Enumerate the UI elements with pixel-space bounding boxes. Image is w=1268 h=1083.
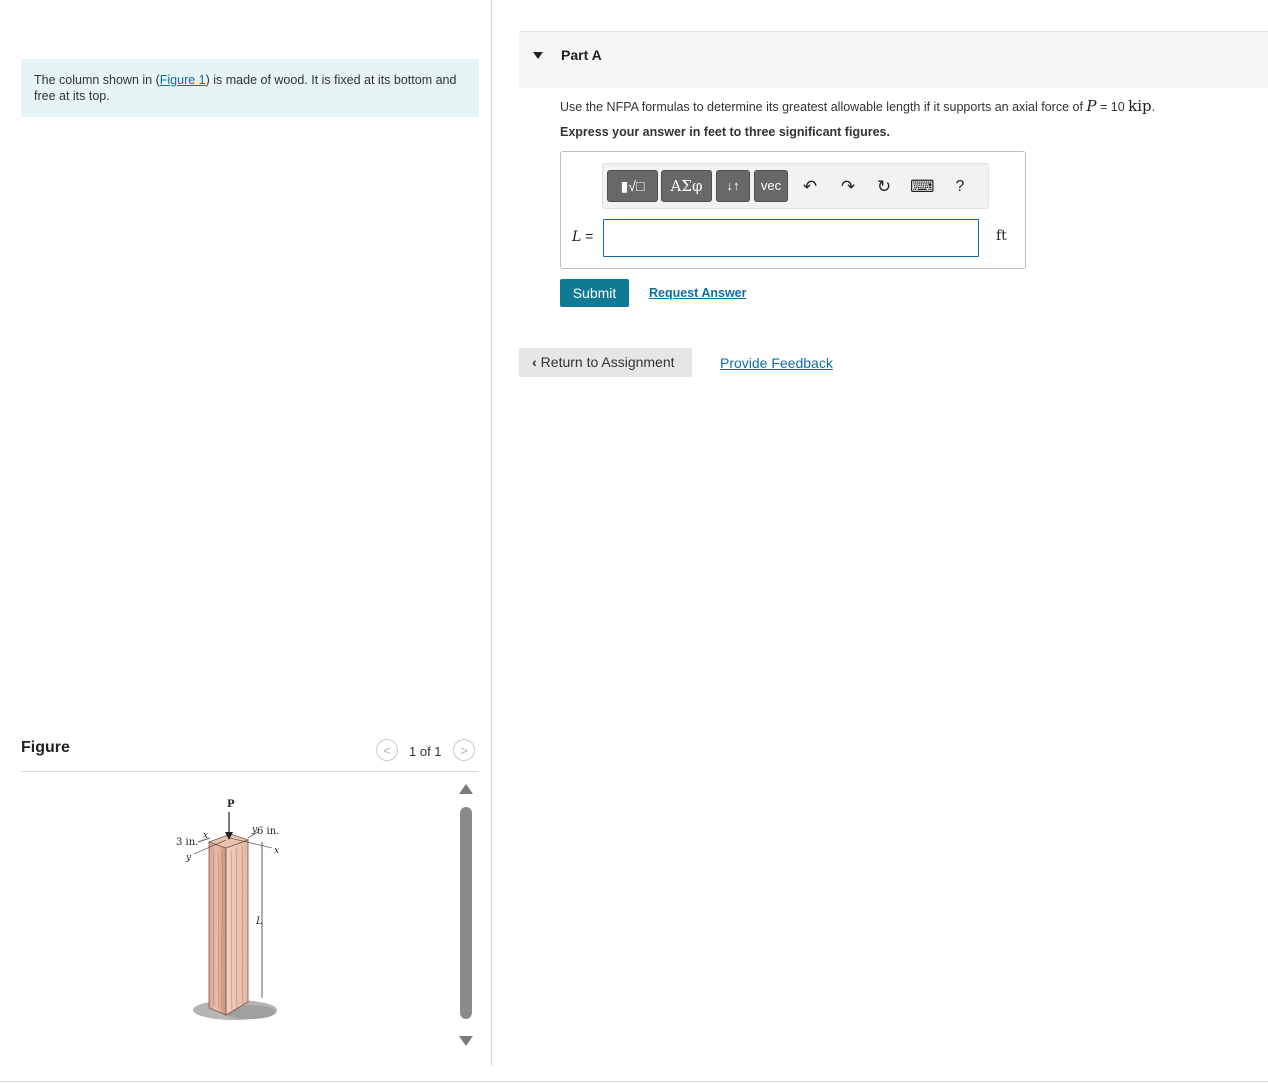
depth-dimension-label: 3 in.	[176, 837, 198, 848]
answer-unit: ft	[996, 228, 1007, 244]
scrollbar-thumb[interactable]	[460, 807, 472, 1019]
provide-feedback-link[interactable]: Provide Feedback	[720, 355, 833, 371]
force-variable: P	[1086, 97, 1097, 115]
pane-divider	[491, 0, 492, 1066]
templates-button[interactable]: ▮√□	[607, 170, 658, 202]
load-label: P	[227, 799, 235, 810]
problem-statement: The column shown in (Figure 1) is made o…	[21, 59, 479, 117]
submit-button[interactable]: Submit	[560, 279, 629, 307]
problem-text-start: The column shown in (	[34, 73, 160, 87]
question-end: .	[1151, 100, 1156, 114]
width-dimension-label: 6 in.	[257, 826, 279, 837]
keyboard-icon[interactable]: ⌨	[910, 176, 935, 198]
column-side-face	[225, 839, 249, 1016]
arrows-button[interactable]: ↓↑	[716, 170, 750, 202]
bottom-border	[0, 1081, 1268, 1082]
figure-link[interactable]: Figure 1	[160, 73, 206, 87]
length-label: L	[255, 916, 263, 927]
figure-header: Figure < 1 of 1 >	[21, 735, 479, 772]
figure-title: Figure	[21, 739, 70, 756]
vector-button[interactable]: vec	[754, 170, 788, 202]
scroll-up-arrow[interactable]	[459, 784, 473, 794]
column-figure: P L 3 in. 6 in. x y y x	[176, 799, 279, 1020]
chevron-left-icon: <	[383, 743, 391, 758]
axis-y-left-label: y	[185, 853, 192, 863]
greek-symbols-button[interactable]: ΑΣφ	[661, 170, 712, 202]
part-title: Part A	[561, 47, 602, 63]
request-answer-link[interactable]: Request Answer	[649, 286, 746, 300]
return-to-assignment-button[interactable]: ‹ Return to Assignment	[519, 348, 692, 377]
figure-next-button[interactable]: >	[453, 739, 475, 761]
part-a-header[interactable]: Part A	[519, 31, 1268, 88]
answer-equals: =	[581, 228, 594, 244]
axis-x-right-label: x	[274, 846, 279, 856]
chevron-left-icon: ‹	[532, 354, 537, 370]
column-front-face	[208, 841, 227, 1016]
force-value: = 10	[1096, 100, 1129, 114]
left-pane: The column shown in (Figure 1) is made o…	[0, 0, 492, 1083]
question-prompt: Use the NFPA formulas to determine its g…	[560, 100, 1087, 114]
undo-icon[interactable]: ↶	[799, 176, 821, 198]
return-label: Return to Assignment	[540, 354, 675, 370]
axis-x-left-label: x	[203, 831, 208, 841]
answer-variable-label: L =	[572, 228, 593, 245]
figure-counter: 1 of 1	[409, 744, 442, 759]
force-unit: kip	[1128, 97, 1152, 115]
math-toolbar: ▮√□ ΑΣφ ↓↑ vec ↶ ↷ ↻ ⌨ ?	[602, 163, 989, 209]
help-icon[interactable]: ?	[949, 176, 971, 198]
answer-instruction: Express your answer in feet to three sig…	[560, 125, 890, 139]
answer-variable: L	[572, 229, 582, 245]
redo-icon[interactable]: ↷	[837, 176, 859, 198]
answer-input[interactable]	[603, 219, 979, 257]
reset-icon[interactable]: ↻	[873, 176, 895, 198]
scroll-down-arrow[interactable]	[459, 1036, 473, 1046]
caret-down-icon	[533, 52, 543, 59]
question-text: Use the NFPA formulas to determine its g…	[560, 97, 1155, 115]
figure-prev-button[interactable]: <	[376, 739, 398, 761]
chevron-right-icon: >	[460, 743, 468, 758]
axis-y-right-label: y	[251, 825, 258, 835]
